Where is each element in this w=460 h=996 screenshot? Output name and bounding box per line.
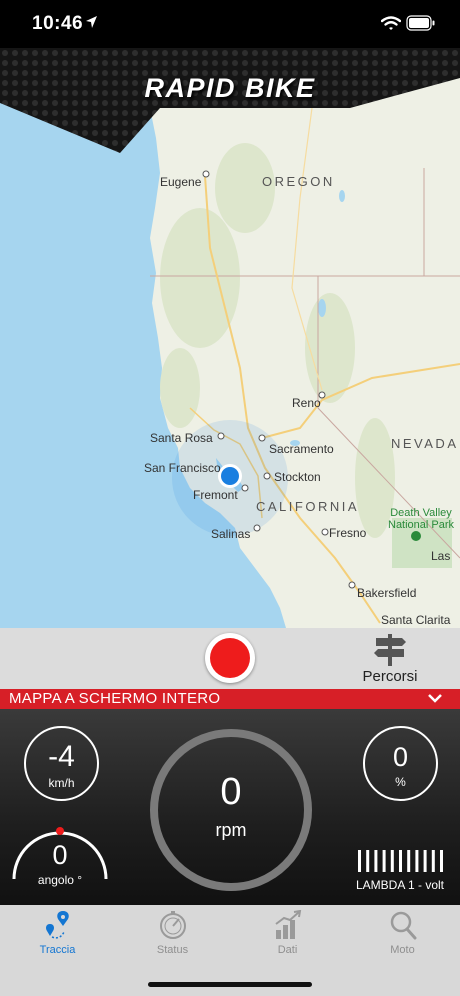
chart-icon [275, 910, 302, 939]
map-label-death-valley-line1: Death Valley [390, 507, 452, 519]
search-icon [390, 911, 417, 940]
tab-label-traccia: Traccia [39, 944, 76, 956]
lambda-bar [374, 850, 378, 872]
gauge-icon [160, 911, 186, 939]
map-label-nevada: NEVADA [391, 436, 459, 451]
lambda-bar [366, 850, 370, 872]
signpost-icon [374, 634, 406, 666]
map-label-santa-rosa: Santa Rosa [150, 431, 213, 445]
chevron-down-icon [428, 694, 442, 703]
track-icon [46, 911, 69, 939]
status-time: 10:46 [32, 13, 84, 34]
percorsi-button[interactable]: Percorsi [355, 632, 425, 686]
map-label-bakersfield: Bakersfield [357, 586, 417, 600]
tab-label-moto: Moto [390, 944, 415, 956]
map-label-santa-clarita: Santa Clarita [381, 613, 451, 627]
map-label-california: CALIFORNIA [256, 499, 360, 514]
map-label-death-valley-line2: National Park [388, 519, 455, 531]
map-label-san-francisco: San Francisco [144, 461, 221, 475]
control-bar: Percorsi [0, 628, 460, 689]
tab-moto[interactable]: Moto [345, 905, 460, 965]
map-label-fremont: Fremont [193, 488, 238, 502]
percent-value: 0 [392, 742, 409, 772]
dashboard: -4 km/h 0 rpm 0 % 0 angolo ° LAMBDA 1 - … [0, 709, 460, 905]
map-label-sacramento: Sacramento [269, 442, 334, 456]
lambda-bar [431, 850, 435, 872]
map-label-las: Las [431, 549, 451, 563]
lambda-bar [390, 850, 394, 872]
lambda-bar [382, 850, 386, 872]
map-label-salinas: Salinas [211, 527, 251, 541]
record-button[interactable] [205, 633, 255, 683]
fullscreen-map-label: MAPPA A SCHERMO INTERO [9, 690, 221, 707]
wifi-icon [381, 16, 401, 30]
speed-unit: km/h [48, 776, 75, 790]
map-label-eugene: Eugene [160, 175, 202, 189]
map-label-death-valley: Death Valley National Park [388, 507, 454, 531]
tab-traccia[interactable]: Traccia [0, 905, 115, 965]
percent-gauge: 0 % [363, 726, 438, 801]
location-arrow-icon [86, 16, 97, 28]
home-indicator[interactable] [148, 982, 312, 987]
tab-bar: Traccia Status Dati Moto [0, 905, 460, 996]
tab-label-status: Status [156, 944, 189, 956]
rpm-unit: rpm [215, 820, 247, 840]
lambda-label: LAMBDA 1 - volt [355, 878, 445, 892]
lambda-bar [423, 850, 427, 872]
tab-label-dati: Dati [277, 944, 298, 956]
brand-logo: RAPID BIKE [144, 73, 316, 103]
lambda-bar [407, 850, 411, 872]
map-canvas [0, 48, 460, 628]
status-bar: 10:46 [0, 0, 460, 48]
lambda-bars [358, 850, 443, 872]
battery-icon [406, 15, 435, 31]
lambda-bar [440, 850, 443, 872]
speed-value: -4 [48, 740, 75, 773]
angle-value: 0 [52, 840, 68, 870]
map-label-oregon: OREGON [262, 174, 335, 189]
percorsi-label: Percorsi [362, 668, 418, 685]
record-icon [210, 638, 250, 678]
lambda-bar [358, 850, 361, 872]
fullscreen-map-bar[interactable]: MAPPA A SCHERMO INTERO [0, 689, 460, 709]
angle-label: angolo ° [37, 873, 83, 887]
map-label-reno: Reno [292, 396, 321, 410]
lambda-bar [399, 850, 402, 872]
map-label-stockton: Stockton [274, 470, 321, 484]
tab-status[interactable]: Status [115, 905, 230, 965]
percent-unit: % [395, 775, 406, 789]
tab-dati[interactable]: Dati [230, 905, 345, 965]
speed-gauge: -4 km/h [24, 726, 99, 801]
map-label-fresno: Fresno [329, 526, 367, 540]
map-view[interactable]: Eugene OREGON Reno NEVADA Santa Rosa Sac… [0, 48, 460, 628]
lambda-bar [415, 850, 419, 872]
rpm-value: 0 [220, 771, 242, 813]
